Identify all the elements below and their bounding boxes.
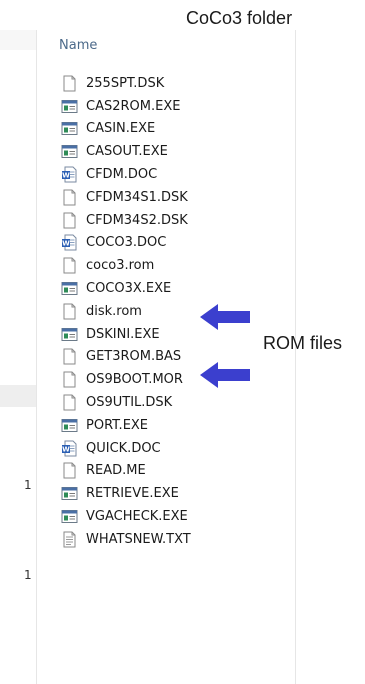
- file-row[interactable]: WHATSNEW.TXT: [61, 528, 291, 551]
- file-icon: [61, 303, 78, 320]
- arrow-left-icon: [200, 304, 250, 330]
- file-row[interactable]: OS9UTIL.DSK: [61, 391, 291, 414]
- file-row[interactable]: W CFDM.DOC: [61, 163, 291, 186]
- arrow-left-icon: [200, 362, 250, 388]
- file-row[interactable]: W COCO3.DOC: [61, 232, 291, 255]
- file-row[interactable]: CFDM34S2.DSK: [61, 209, 291, 232]
- file-icon: [61, 371, 78, 388]
- exe-icon: [61, 280, 78, 297]
- left-pane-strip: [0, 385, 36, 407]
- file-name: READ.ME: [86, 463, 146, 479]
- file-row[interactable]: GET3ROM.BAS: [61, 346, 291, 369]
- file-icon: [61, 212, 78, 229]
- exe-icon: [61, 485, 78, 502]
- file-name: DSKINI.EXE: [86, 326, 160, 342]
- file-row[interactable]: PORT.EXE: [61, 414, 291, 437]
- exe-icon: [61, 417, 78, 434]
- rom-files-callout: ROM files: [263, 333, 343, 353]
- file-row[interactable]: coco3.rom: [61, 254, 291, 277]
- left-pane-mark: 1: [24, 568, 32, 582]
- file-name: coco3.rom: [86, 258, 155, 274]
- file-row[interactable]: CASOUT.EXE: [61, 140, 291, 163]
- file-name: CASIN.EXE: [86, 121, 156, 137]
- exe-icon: [61, 143, 78, 160]
- file-name: WHATSNEW.TXT: [86, 531, 191, 547]
- file-name: CAS2ROM.EXE: [86, 98, 181, 114]
- file-list-pane: Name 255SPT.DSK CAS2ROM.EXE CASIN.EXE CASOU…: [36, 30, 296, 684]
- file-row[interactable]: CASIN.EXE: [61, 118, 291, 141]
- exe-icon: [61, 326, 78, 343]
- file-name: QUICK.DOC: [86, 440, 161, 456]
- file-row[interactable]: VGACHECK.EXE: [61, 505, 291, 528]
- file-name: CFDM34S1.DSK: [86, 189, 188, 205]
- name-column-header[interactable]: Name: [59, 38, 97, 53]
- file-name: CFDM.DOC: [86, 167, 158, 183]
- exe-icon: [61, 508, 78, 525]
- file-name: 255SPT.DSK: [86, 75, 165, 91]
- svg-text:W: W: [62, 240, 70, 248]
- text-file-icon: [61, 531, 78, 548]
- file-row[interactable]: W QUICK.DOC: [61, 437, 291, 460]
- word-doc-icon: W: [61, 440, 78, 457]
- file-row[interactable]: READ.ME: [61, 460, 291, 483]
- file-icon: [61, 348, 78, 365]
- left-pane-edge: [0, 30, 36, 50]
- file-name: VGACHECK.EXE: [86, 509, 188, 525]
- file-row[interactable]: RETRIEVE.EXE: [61, 482, 291, 505]
- file-name: CFDM34S2.DSK: [86, 212, 188, 228]
- file-row[interactable]: COCO3X.EXE: [61, 277, 291, 300]
- file-name: RETRIEVE.EXE: [86, 486, 179, 502]
- page-title: CoCo3 folder: [186, 8, 293, 28]
- svg-text:W: W: [62, 172, 70, 180]
- file-icon: [61, 462, 78, 479]
- file-name: OS9UTIL.DSK: [86, 395, 173, 411]
- file-name: PORT.EXE: [86, 417, 149, 433]
- exe-icon: [61, 98, 78, 115]
- left-pane-mark: 1: [24, 478, 32, 492]
- svg-text:W: W: [62, 445, 70, 453]
- file-row[interactable]: CAS2ROM.EXE: [61, 95, 291, 118]
- file-icon: [61, 75, 78, 92]
- word-doc-icon: W: [61, 166, 78, 183]
- file-row[interactable]: 255SPT.DSK: [61, 72, 291, 95]
- file-icon: [61, 394, 78, 411]
- word-doc-icon: W: [61, 234, 78, 251]
- file-name: COCO3X.EXE: [86, 281, 172, 297]
- file-name: COCO3.DOC: [86, 235, 167, 251]
- file-row[interactable]: disk.rom: [61, 300, 291, 323]
- file-icon: [61, 257, 78, 274]
- file-name: OS9BOOT.MOR: [86, 372, 183, 388]
- file-list: 255SPT.DSK CAS2ROM.EXE CASIN.EXE CASOUT.EXE…: [61, 72, 291, 551]
- file-name: CASOUT.EXE: [86, 144, 168, 160]
- exe-icon: [61, 120, 78, 137]
- file-row[interactable]: DSKINI.EXE: [61, 323, 291, 346]
- file-name: disk.rom: [86, 303, 142, 319]
- file-row[interactable]: CFDM34S1.DSK: [61, 186, 291, 209]
- file-icon: [61, 189, 78, 206]
- file-name: GET3ROM.BAS: [86, 349, 182, 365]
- file-row[interactable]: OS9BOOT.MOR: [61, 368, 291, 391]
